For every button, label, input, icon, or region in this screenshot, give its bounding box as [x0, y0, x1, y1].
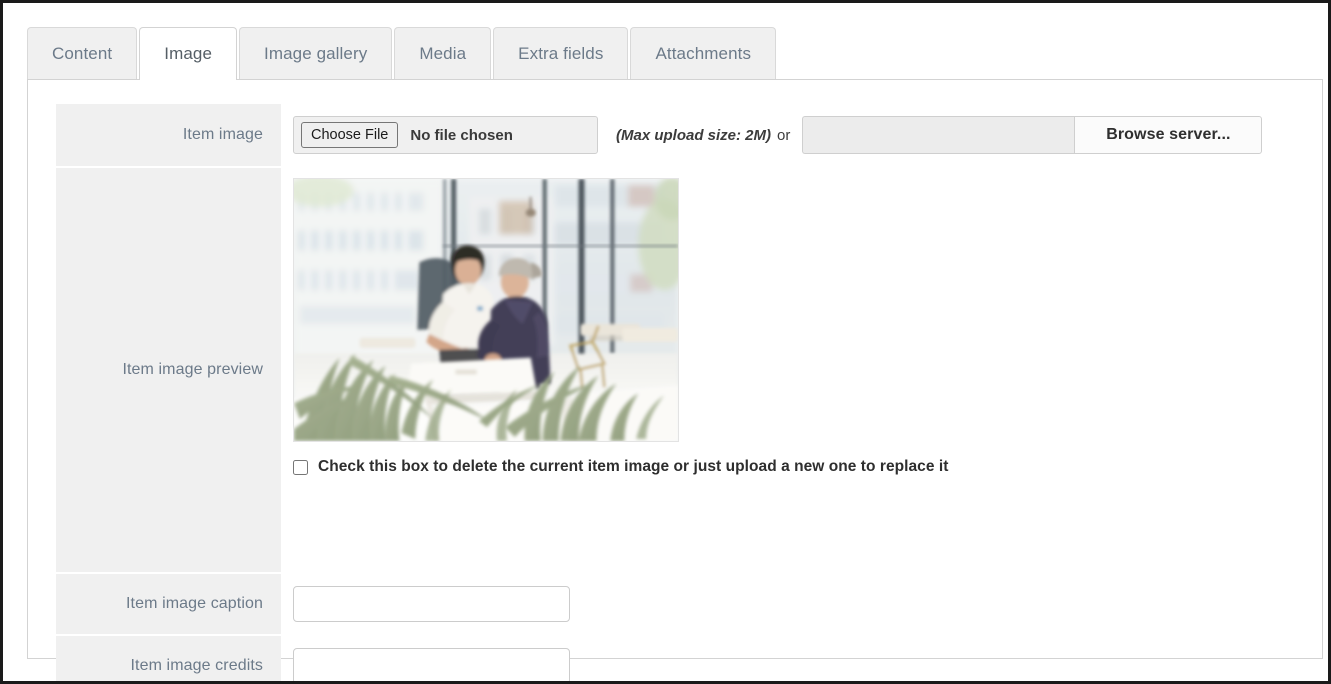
tab-content[interactable]: Content — [27, 27, 138, 79]
server-path-input[interactable] — [802, 116, 1075, 154]
browse-server-button[interactable]: Browse server... — [1074, 116, 1263, 154]
form-row-item-image-preview: Item image preview Check this box to del… — [56, 168, 1256, 572]
tab-content-panel: Item image Choose File No file chosen (M… — [27, 79, 1323, 681]
delete-image-row: Check this box to delete the current ite… — [293, 458, 948, 476]
form-row-item-image-caption: Item image caption — [56, 574, 1256, 634]
field-control-item-image-credits — [281, 636, 1256, 681]
or-separator-text: or — [777, 126, 791, 144]
field-label-item-image: Item image — [56, 104, 281, 166]
field-label-item-image-caption: Item image caption — [56, 574, 281, 634]
field-control-item-image-caption — [281, 574, 1256, 634]
file-upload-control[interactable]: Choose File No file chosen — [293, 116, 598, 154]
tab-label: Extra fields — [518, 43, 604, 63]
max-upload-size-note: (Max upload size: 2M) — [616, 126, 772, 144]
tab-extra-fields[interactable]: Extra fields — [493, 27, 629, 79]
browse-server-group: Browse server... — [802, 116, 1263, 154]
tab-media[interactable]: Media — [394, 27, 492, 79]
tab-label: Attachments — [655, 43, 752, 63]
tab-label: Content — [52, 43, 113, 63]
tab-label: Image gallery — [264, 43, 368, 63]
file-chosen-status: No file chosen — [410, 126, 513, 144]
tab-attachments[interactable]: Attachments — [630, 27, 777, 79]
delete-item-image-label[interactable]: Check this box to delete the current ite… — [318, 458, 948, 476]
tab-image-gallery[interactable]: Image gallery — [239, 27, 393, 79]
tab-strip: Content Image Image gallery Media Extra … — [27, 27, 1323, 80]
form-row-item-image-credits: Item image credits — [56, 636, 1256, 681]
page-frame: Content Image Image gallery Media Extra … — [0, 0, 1331, 684]
tab-label: Image — [164, 44, 212, 63]
choose-file-button[interactable]: Choose File — [301, 121, 399, 149]
field-control-item-image: Choose File No file chosen (Max upload s… — [281, 104, 1263, 166]
field-label-item-image-preview: Item image preview — [56, 168, 281, 572]
field-label-item-image-credits: Item image credits — [56, 636, 281, 681]
preview-photo-image — [294, 179, 678, 441]
tab-image[interactable]: Image — [139, 27, 237, 80]
image-form: Item image Choose File No file chosen (M… — [56, 104, 1263, 681]
item-image-caption-input[interactable] — [293, 586, 570, 622]
item-image-credits-input[interactable] — [293, 648, 570, 681]
tab-label: Media — [419, 43, 467, 63]
field-control-item-image-preview: Check this box to delete the current ite… — [281, 168, 1256, 572]
form-row-item-image: Item image Choose File No file chosen (M… — [56, 104, 1263, 166]
item-image-preview-thumbnail[interactable] — [293, 178, 679, 442]
delete-item-image-checkbox[interactable] — [293, 459, 308, 475]
